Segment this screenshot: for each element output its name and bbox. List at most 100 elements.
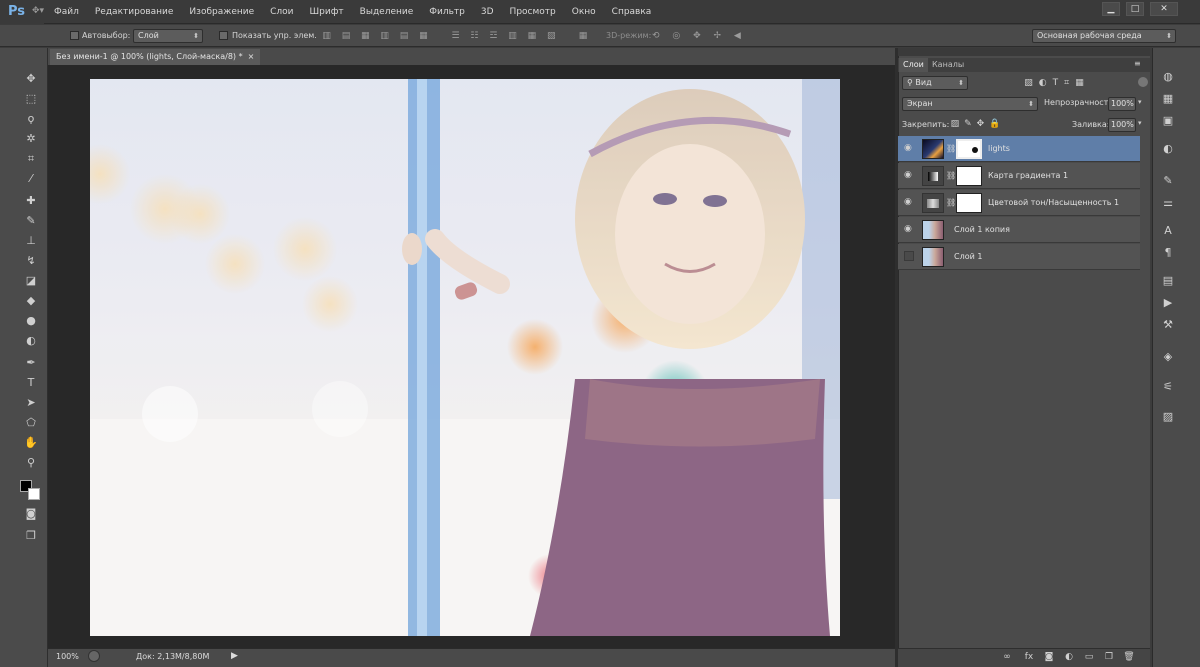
menu-window[interactable]: Окно bbox=[564, 0, 604, 24]
align-icons[interactable]: ▥ ▤ ▦ ▥ ▤ ▦ bbox=[322, 28, 432, 44]
brush-panel-icon[interactable]: ✎ bbox=[1158, 172, 1178, 190]
mode3d-label: 3D-режим: bbox=[606, 31, 652, 40]
layer-filter-value: Вид bbox=[915, 78, 932, 87]
adjustments-panel-icon[interactable]: ◐ bbox=[1158, 140, 1178, 158]
layer-row-layer1-copy[interactable]: ◉ Слой 1 копия bbox=[898, 217, 1140, 243]
swatches-panel-icon[interactable]: ▦ bbox=[1158, 90, 1178, 108]
layer-row-layer1[interactable]: Слой 1 bbox=[898, 244, 1140, 270]
marquee-tool-icon[interactable]: ⬚ bbox=[22, 90, 40, 108]
3d-tools-icons[interactable]: ⟲ ◎ ✥ ✢ ◀ bbox=[652, 28, 742, 44]
layer-row-gradient-map[interactable]: ◉ ⛓ Карта градиента 1 bbox=[898, 163, 1140, 189]
maximize-button[interactable]: □ bbox=[1126, 2, 1144, 16]
adjustment-layer-icon[interactable]: ◐ bbox=[1060, 649, 1078, 665]
eraser-tool-icon[interactable]: ◪ bbox=[22, 272, 40, 290]
delete-layer-icon[interactable]: 🗑 bbox=[1120, 649, 1138, 665]
menu-edit[interactable]: Редактирование bbox=[87, 0, 182, 24]
paragraph-panel-icon[interactable]: ¶ bbox=[1158, 244, 1178, 262]
menu-layer[interactable]: Слои bbox=[262, 0, 301, 24]
screen-mode-icon[interactable]: ❐ bbox=[22, 527, 40, 545]
new-layer-icon[interactable]: ❐ bbox=[1100, 649, 1118, 665]
type-tool-icon[interactable]: T bbox=[22, 374, 40, 392]
new-group-icon[interactable]: ▭ bbox=[1080, 649, 1098, 665]
brush-presets-panel-icon[interactable]: ⚌ bbox=[1158, 194, 1178, 212]
menu-file[interactable]: Файл bbox=[46, 0, 87, 24]
history-panel-icon[interactable]: ▤ bbox=[1158, 272, 1178, 290]
tab-layers[interactable]: Слои bbox=[899, 58, 928, 72]
menu-image[interactable]: Изображение bbox=[181, 0, 262, 24]
healing-brush-tool-icon[interactable]: ✚ bbox=[22, 192, 40, 210]
opacity-input[interactable]: 100% bbox=[1108, 97, 1136, 111]
link-layers-icon[interactable]: ∞ bbox=[998, 649, 1016, 665]
workspace-select[interactable]: Основная рабочая среда ⬍ bbox=[1032, 29, 1176, 43]
hand-tool-icon[interactable]: ✋ bbox=[22, 434, 40, 452]
menu-type[interactable]: Шрифт bbox=[302, 0, 352, 24]
panel-menu-icon[interactable]: ≡ bbox=[1134, 59, 1141, 68]
quick-mask-icon[interactable]: ◙ bbox=[22, 505, 40, 523]
move-tool-preset-icon[interactable]: ✥▾ bbox=[28, 3, 48, 19]
menu-help[interactable]: Справка bbox=[604, 0, 660, 24]
close-tab-icon[interactable]: × bbox=[248, 52, 255, 61]
zoom-level[interactable]: 100% bbox=[56, 652, 79, 661]
status-arrow-icon[interactable]: ▶ bbox=[231, 651, 238, 661]
fill-slider-icon[interactable]: ▾ bbox=[1138, 119, 1142, 127]
menu-view[interactable]: Просмотр bbox=[502, 0, 564, 24]
close-button[interactable]: ✕ bbox=[1150, 2, 1178, 16]
layer-row-lights[interactable]: ◉ ⛓ lights bbox=[898, 136, 1140, 162]
paint-bucket-tool-icon[interactable]: ◆ bbox=[22, 292, 40, 310]
chain-icon: ⛓ bbox=[946, 144, 957, 153]
layer-style-icon[interactable]: fx bbox=[1020, 649, 1038, 665]
minimize-button[interactable]: ▁ bbox=[1102, 2, 1120, 16]
distribute-icons[interactable]: ☰ ☷ ☲ ▥ ▦ ▧ bbox=[448, 28, 563, 44]
menu-3d[interactable]: 3D bbox=[473, 0, 502, 24]
menu-select[interactable]: Выделение bbox=[352, 0, 422, 24]
tab-channels[interactable]: Каналы bbox=[928, 58, 968, 72]
eye-icon[interactable]: ◉ bbox=[904, 143, 914, 153]
shape-tool-icon[interactable]: ⬠ bbox=[22, 414, 40, 432]
move-tool-icon[interactable]: ✥ bbox=[22, 70, 40, 88]
blend-mode-select[interactable]: Экран ⬍ bbox=[902, 97, 1038, 111]
status-menu-icon[interactable] bbox=[88, 650, 100, 662]
properties-panel-icon[interactable]: ⚟ bbox=[1158, 378, 1178, 396]
fill-input[interactable]: 100% bbox=[1108, 118, 1136, 132]
menu-filter[interactable]: Фильтр bbox=[421, 0, 473, 24]
visibility-toggle[interactable] bbox=[904, 251, 914, 261]
document-image[interactable] bbox=[90, 79, 840, 636]
layer-filter-select[interactable]: ⚲ Вид ⬍ bbox=[902, 76, 968, 90]
add-mask-icon[interactable]: ◙ bbox=[1040, 649, 1058, 665]
crop-tool-icon[interactable]: ⌗ bbox=[22, 150, 40, 168]
show-controls-checkbox[interactable] bbox=[219, 31, 228, 40]
3d-panel-icon[interactable]: ◈ bbox=[1158, 348, 1178, 366]
path-select-tool-icon[interactable]: ➤ bbox=[22, 394, 40, 412]
magic-wand-tool-icon[interactable]: ✲ bbox=[22, 130, 40, 148]
document-tab[interactable]: Без имени-1 @ 100% (lights, Слой-маска/8… bbox=[50, 49, 261, 65]
lock-icons[interactable]: ▨✎✥🔒 bbox=[948, 116, 1008, 132]
tool-presets-panel-icon[interactable]: ⚒ bbox=[1158, 316, 1178, 334]
eyedropper-tool-icon[interactable]: ⁄ bbox=[22, 170, 40, 188]
eye-icon[interactable]: ◉ bbox=[904, 170, 914, 180]
filter-toggle-icon[interactable] bbox=[1138, 77, 1148, 87]
stamp-tool-icon[interactable]: ⊥ bbox=[22, 232, 40, 250]
background-color-swatch[interactable] bbox=[28, 488, 40, 500]
character-panel-icon[interactable]: A bbox=[1158, 222, 1178, 240]
actions-panel-icon[interactable]: ▶ bbox=[1158, 294, 1178, 312]
color-panel-icon[interactable]: ◍ bbox=[1158, 68, 1178, 86]
blur-tool-icon[interactable]: ● bbox=[22, 312, 40, 330]
history-brush-tool-icon[interactable]: ↯ bbox=[22, 252, 40, 270]
layer-row-hue-saturation[interactable]: ◉ ⛓ Цветовой тон/Насыщенность 1 bbox=[898, 190, 1140, 216]
opacity-slider-icon[interactable]: ▾ bbox=[1138, 98, 1142, 106]
styles-panel-icon[interactable]: ▣ bbox=[1158, 112, 1178, 130]
zoom-tool-icon[interactable]: ⚲ bbox=[22, 454, 40, 472]
autoselect-select[interactable]: Слой ⬍ bbox=[133, 29, 203, 43]
dodge-tool-icon[interactable]: ◐ bbox=[22, 332, 40, 350]
autoselect-label: Автовыбор: bbox=[82, 31, 131, 40]
layer-thumbnail bbox=[922, 220, 944, 240]
eye-icon[interactable]: ◉ bbox=[904, 197, 914, 207]
pen-tool-icon[interactable]: ✒ bbox=[22, 354, 40, 372]
eye-icon[interactable]: ◉ bbox=[904, 224, 914, 234]
brush-tool-icon[interactable]: ✎ bbox=[22, 212, 40, 230]
lasso-tool-icon[interactable]: ϙ bbox=[22, 110, 40, 128]
layer-filter-icons[interactable]: ▨◐T⌗▦ bbox=[1012, 75, 1102, 91]
navigator-panel-icon[interactable]: ▨ bbox=[1158, 408, 1178, 426]
autoselect-checkbox[interactable] bbox=[70, 31, 79, 40]
auto-align-icon[interactable]: ▦ bbox=[574, 28, 592, 44]
